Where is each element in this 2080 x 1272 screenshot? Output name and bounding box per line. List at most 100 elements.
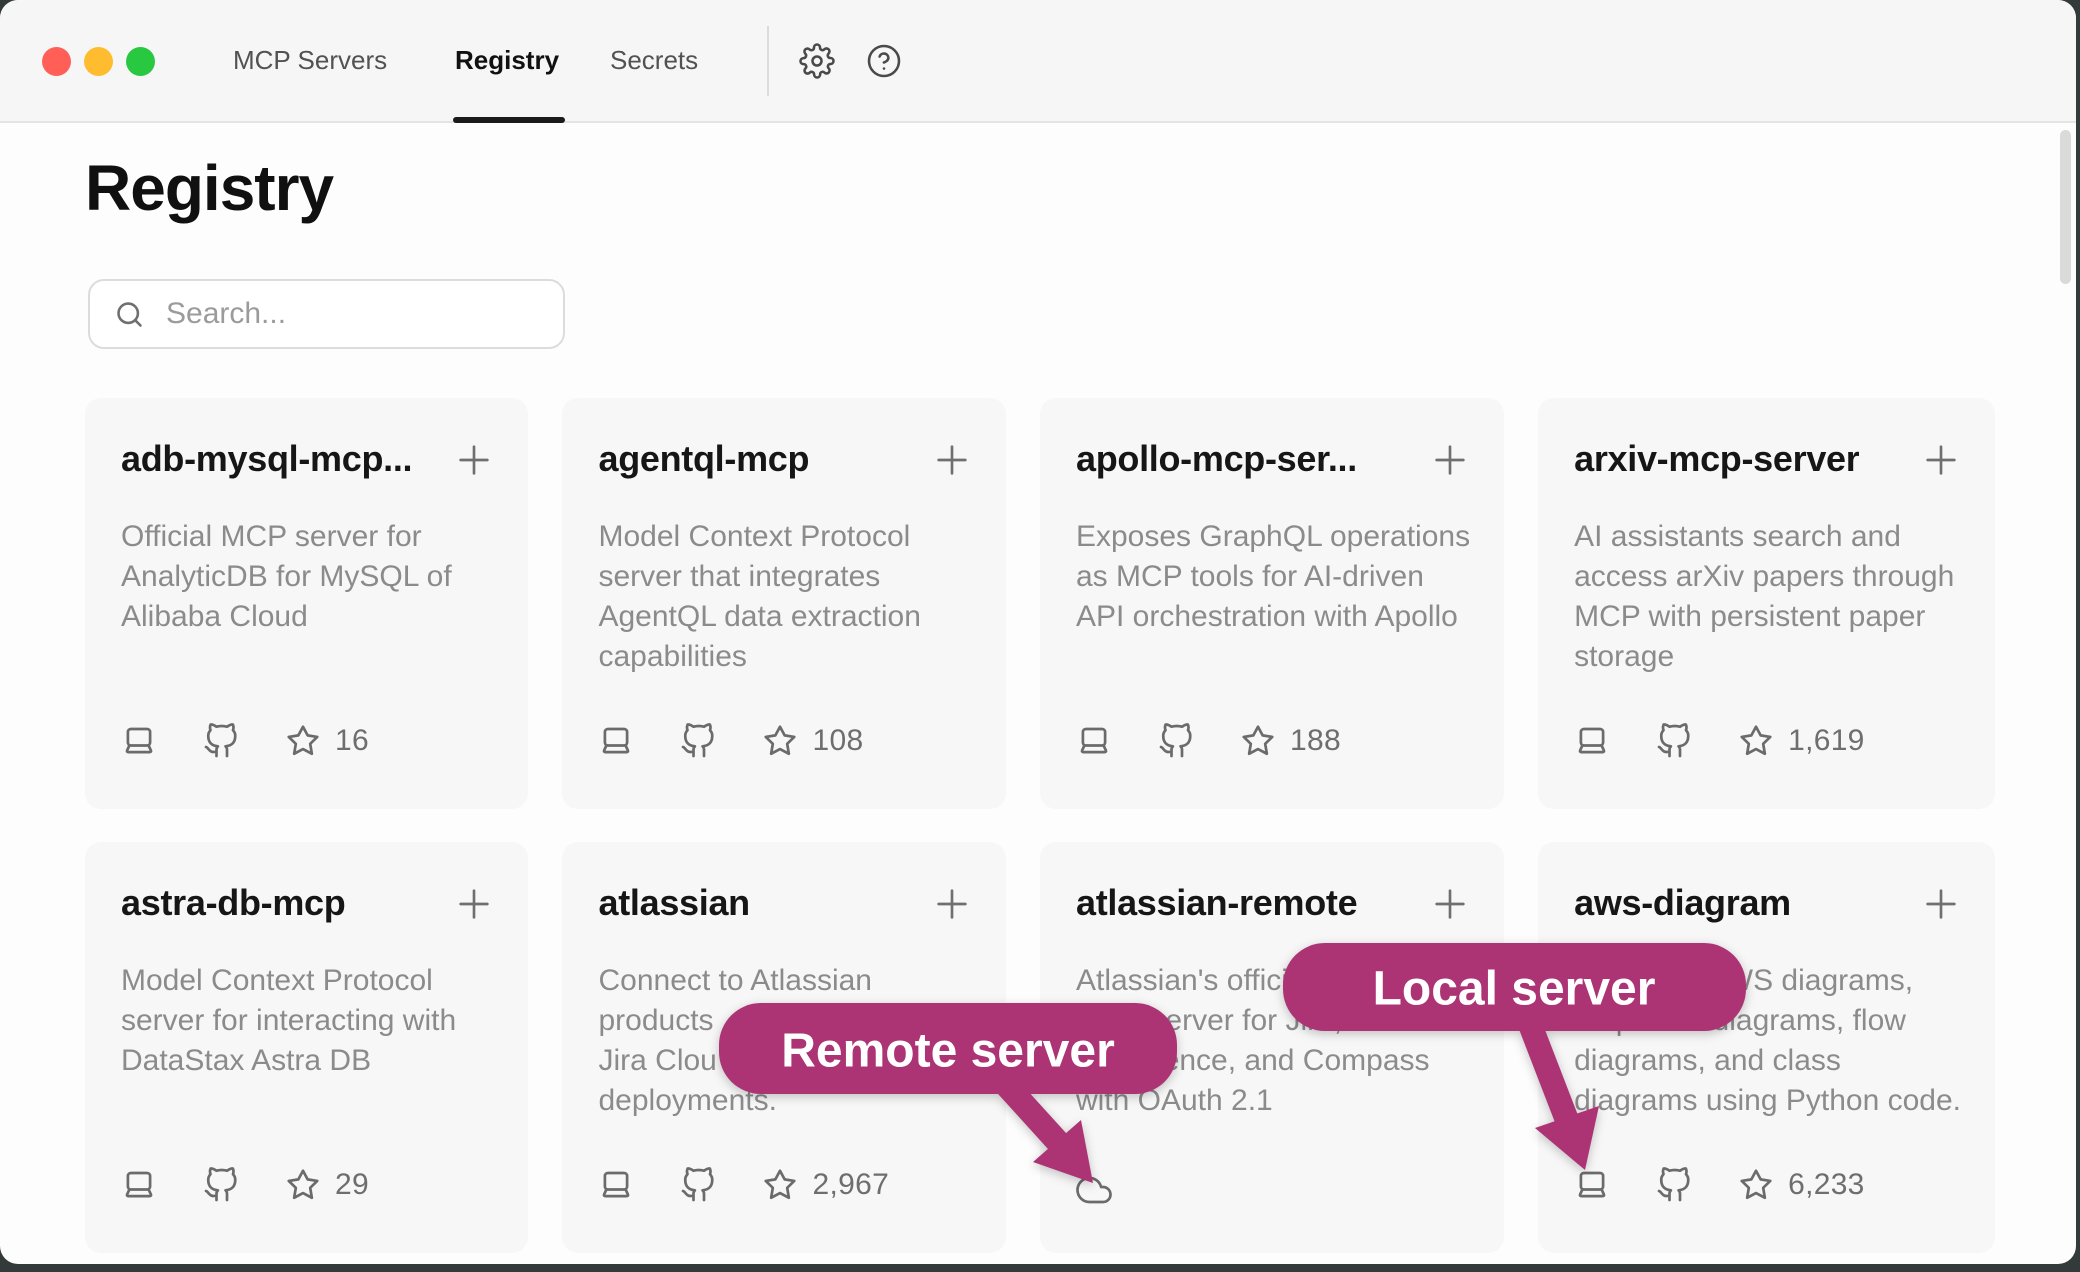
close-window-button[interactable]: [42, 47, 71, 76]
server-name: apollo-mcp-ser...: [1076, 438, 1357, 480]
plus-icon: [1430, 468, 1470, 483]
gear-icon[interactable]: [799, 43, 835, 79]
server-name: adb-mysql-mcp...: [121, 438, 412, 480]
search-input[interactable]: [164, 296, 548, 332]
tab-secrets[interactable]: Secrets: [610, 0, 698, 121]
server-description-line: diagrams, and class: [1574, 1041, 1961, 1081]
star-count: 2,967: [812, 1168, 889, 1202]
server-description: Generate AWS diagrams,sequence diagrams,…: [1574, 961, 1961, 1121]
server-description-line: products: [598, 1001, 971, 1041]
server-description-line: Jira Clou: [598, 1041, 971, 1081]
tab-mcp-servers[interactable]: MCP Servers: [233, 0, 387, 121]
card-footer: 1,619: [1574, 723, 1961, 759]
server-description-line: Connect to Atlassian: [598, 961, 971, 1001]
server-card: astra-db-mcp Model Context Protocolserve…: [85, 842, 528, 1253]
add-server-button[interactable]: [932, 440, 972, 483]
card-footer: 29: [121, 1167, 494, 1203]
server-description-line: server for interacting with: [121, 1001, 494, 1041]
github-icon[interactable]: [680, 1167, 716, 1203]
star-icon: [1240, 723, 1276, 759]
server-name: atlassian-remote: [1076, 882, 1357, 924]
cloud-icon: [1076, 1167, 1112, 1203]
server-description-line: server that integrates: [598, 557, 971, 597]
server-description-line: sequence diagrams, flow: [1574, 1001, 1961, 1041]
server-description-line: capabilities: [598, 637, 971, 677]
server-description-line: with OAuth 2.1: [1076, 1081, 1470, 1121]
star-icon: [1738, 1167, 1774, 1203]
add-server-button[interactable]: [1430, 440, 1470, 483]
server-name: atlassian: [598, 882, 749, 924]
server-card: arxiv-mcp-server AI assistants search an…: [1538, 398, 1995, 809]
add-server-button[interactable]: [454, 884, 494, 927]
server-description: Exposes GraphQL operationsas MCP tools f…: [1076, 517, 1470, 637]
server-description-line: AgentQL data extraction: [598, 597, 971, 637]
star-icon: [285, 1167, 321, 1203]
server-description-line: deployments.: [598, 1081, 971, 1121]
server-description-line: MCP with persistent paper: [1574, 597, 1961, 637]
server-card: agentql-mcp Model Context Protocolserver…: [562, 398, 1005, 809]
star-count: 188: [1290, 724, 1341, 758]
card-header: agentql-mcp: [598, 438, 971, 483]
star-count: 1,619: [1788, 724, 1865, 758]
card-header: aws-diagram: [1574, 882, 1961, 927]
plus-icon: [1430, 912, 1470, 927]
laptop-icon: [121, 723, 157, 759]
add-server-button[interactable]: [1430, 884, 1470, 927]
page-title: Registry: [85, 153, 2076, 223]
scrollbar-thumb[interactable]: [2060, 130, 2071, 284]
server-description: Connect to AtlassianproductsJira Cloudep…: [598, 961, 971, 1121]
github-icon[interactable]: [680, 723, 716, 759]
server-card: adb-mysql-mcp... Official MCP server for…: [85, 398, 528, 809]
card-header: apollo-mcp-ser...: [1076, 438, 1470, 483]
server-description: AI assistants search andaccess arXiv pap…: [1574, 517, 1961, 677]
add-server-button[interactable]: [454, 440, 494, 483]
star-count: 16: [335, 724, 369, 758]
star-icon: [762, 723, 798, 759]
plus-icon: [454, 912, 494, 927]
server-description-line: as MCP tools for AI-driven: [1076, 557, 1470, 597]
star-icon: [762, 1167, 798, 1203]
minimize-window-button[interactable]: [84, 47, 113, 76]
server-description-line: AnalyticDB for MySQL of: [121, 557, 494, 597]
server-name: agentql-mcp: [598, 438, 809, 480]
server-description: Atlassian's official remoteMCP server fo…: [1076, 961, 1470, 1121]
github-icon[interactable]: [1656, 1167, 1692, 1203]
github-icon[interactable]: [203, 723, 239, 759]
laptop-icon: [1574, 723, 1610, 759]
tab-registry[interactable]: Registry: [455, 0, 559, 121]
server-description: Official MCP server forAnalyticDB for My…: [121, 517, 494, 637]
add-server-button[interactable]: [1921, 884, 1961, 927]
help-icon[interactable]: [866, 43, 902, 79]
zoom-window-button[interactable]: [126, 47, 155, 76]
card-footer: 188: [1076, 723, 1470, 759]
server-description-line: MCP server for Jira,: [1076, 1001, 1470, 1041]
star-icon: [1738, 723, 1774, 759]
card-header: arxiv-mcp-server: [1574, 438, 1961, 483]
server-description-line: Model Context Protocol: [121, 961, 494, 1001]
star-count: 29: [335, 1168, 369, 1202]
github-icon[interactable]: [1656, 723, 1692, 759]
card-footer: 2,967: [598, 1167, 971, 1203]
server-name: astra-db-mcp: [121, 882, 345, 924]
plus-icon: [1921, 468, 1961, 483]
card-footer: 108: [598, 723, 971, 759]
card-footer: [1076, 1167, 1470, 1203]
card-header: adb-mysql-mcp...: [121, 438, 494, 483]
server-description-line: API orchestration with Apollo: [1076, 597, 1470, 637]
plus-icon: [1921, 912, 1961, 927]
server-card: atlassian-remote Atlassian's official re…: [1040, 842, 1504, 1253]
server-description-line: DataStax Astra DB: [121, 1041, 494, 1081]
github-icon[interactable]: [203, 1167, 239, 1203]
server-description-line: access arXiv papers through: [1574, 557, 1961, 597]
server-description: Model Context Protocolserver for interac…: [121, 961, 494, 1081]
server-card: atlassian Connect to AtlassianproductsJi…: [562, 842, 1005, 1253]
server-name: aws-diagram: [1574, 882, 1791, 924]
add-server-button[interactable]: [932, 884, 972, 927]
server-description-line: Atlassian's official remote: [1076, 961, 1470, 1001]
server-description: Model Context Protocolserver that integr…: [598, 517, 971, 677]
server-description-line: Model Context Protocol: [598, 517, 971, 557]
github-icon[interactable]: [1158, 723, 1194, 759]
star-count: 108: [812, 724, 863, 758]
card-header: atlassian: [598, 882, 971, 927]
add-server-button[interactable]: [1921, 440, 1961, 483]
